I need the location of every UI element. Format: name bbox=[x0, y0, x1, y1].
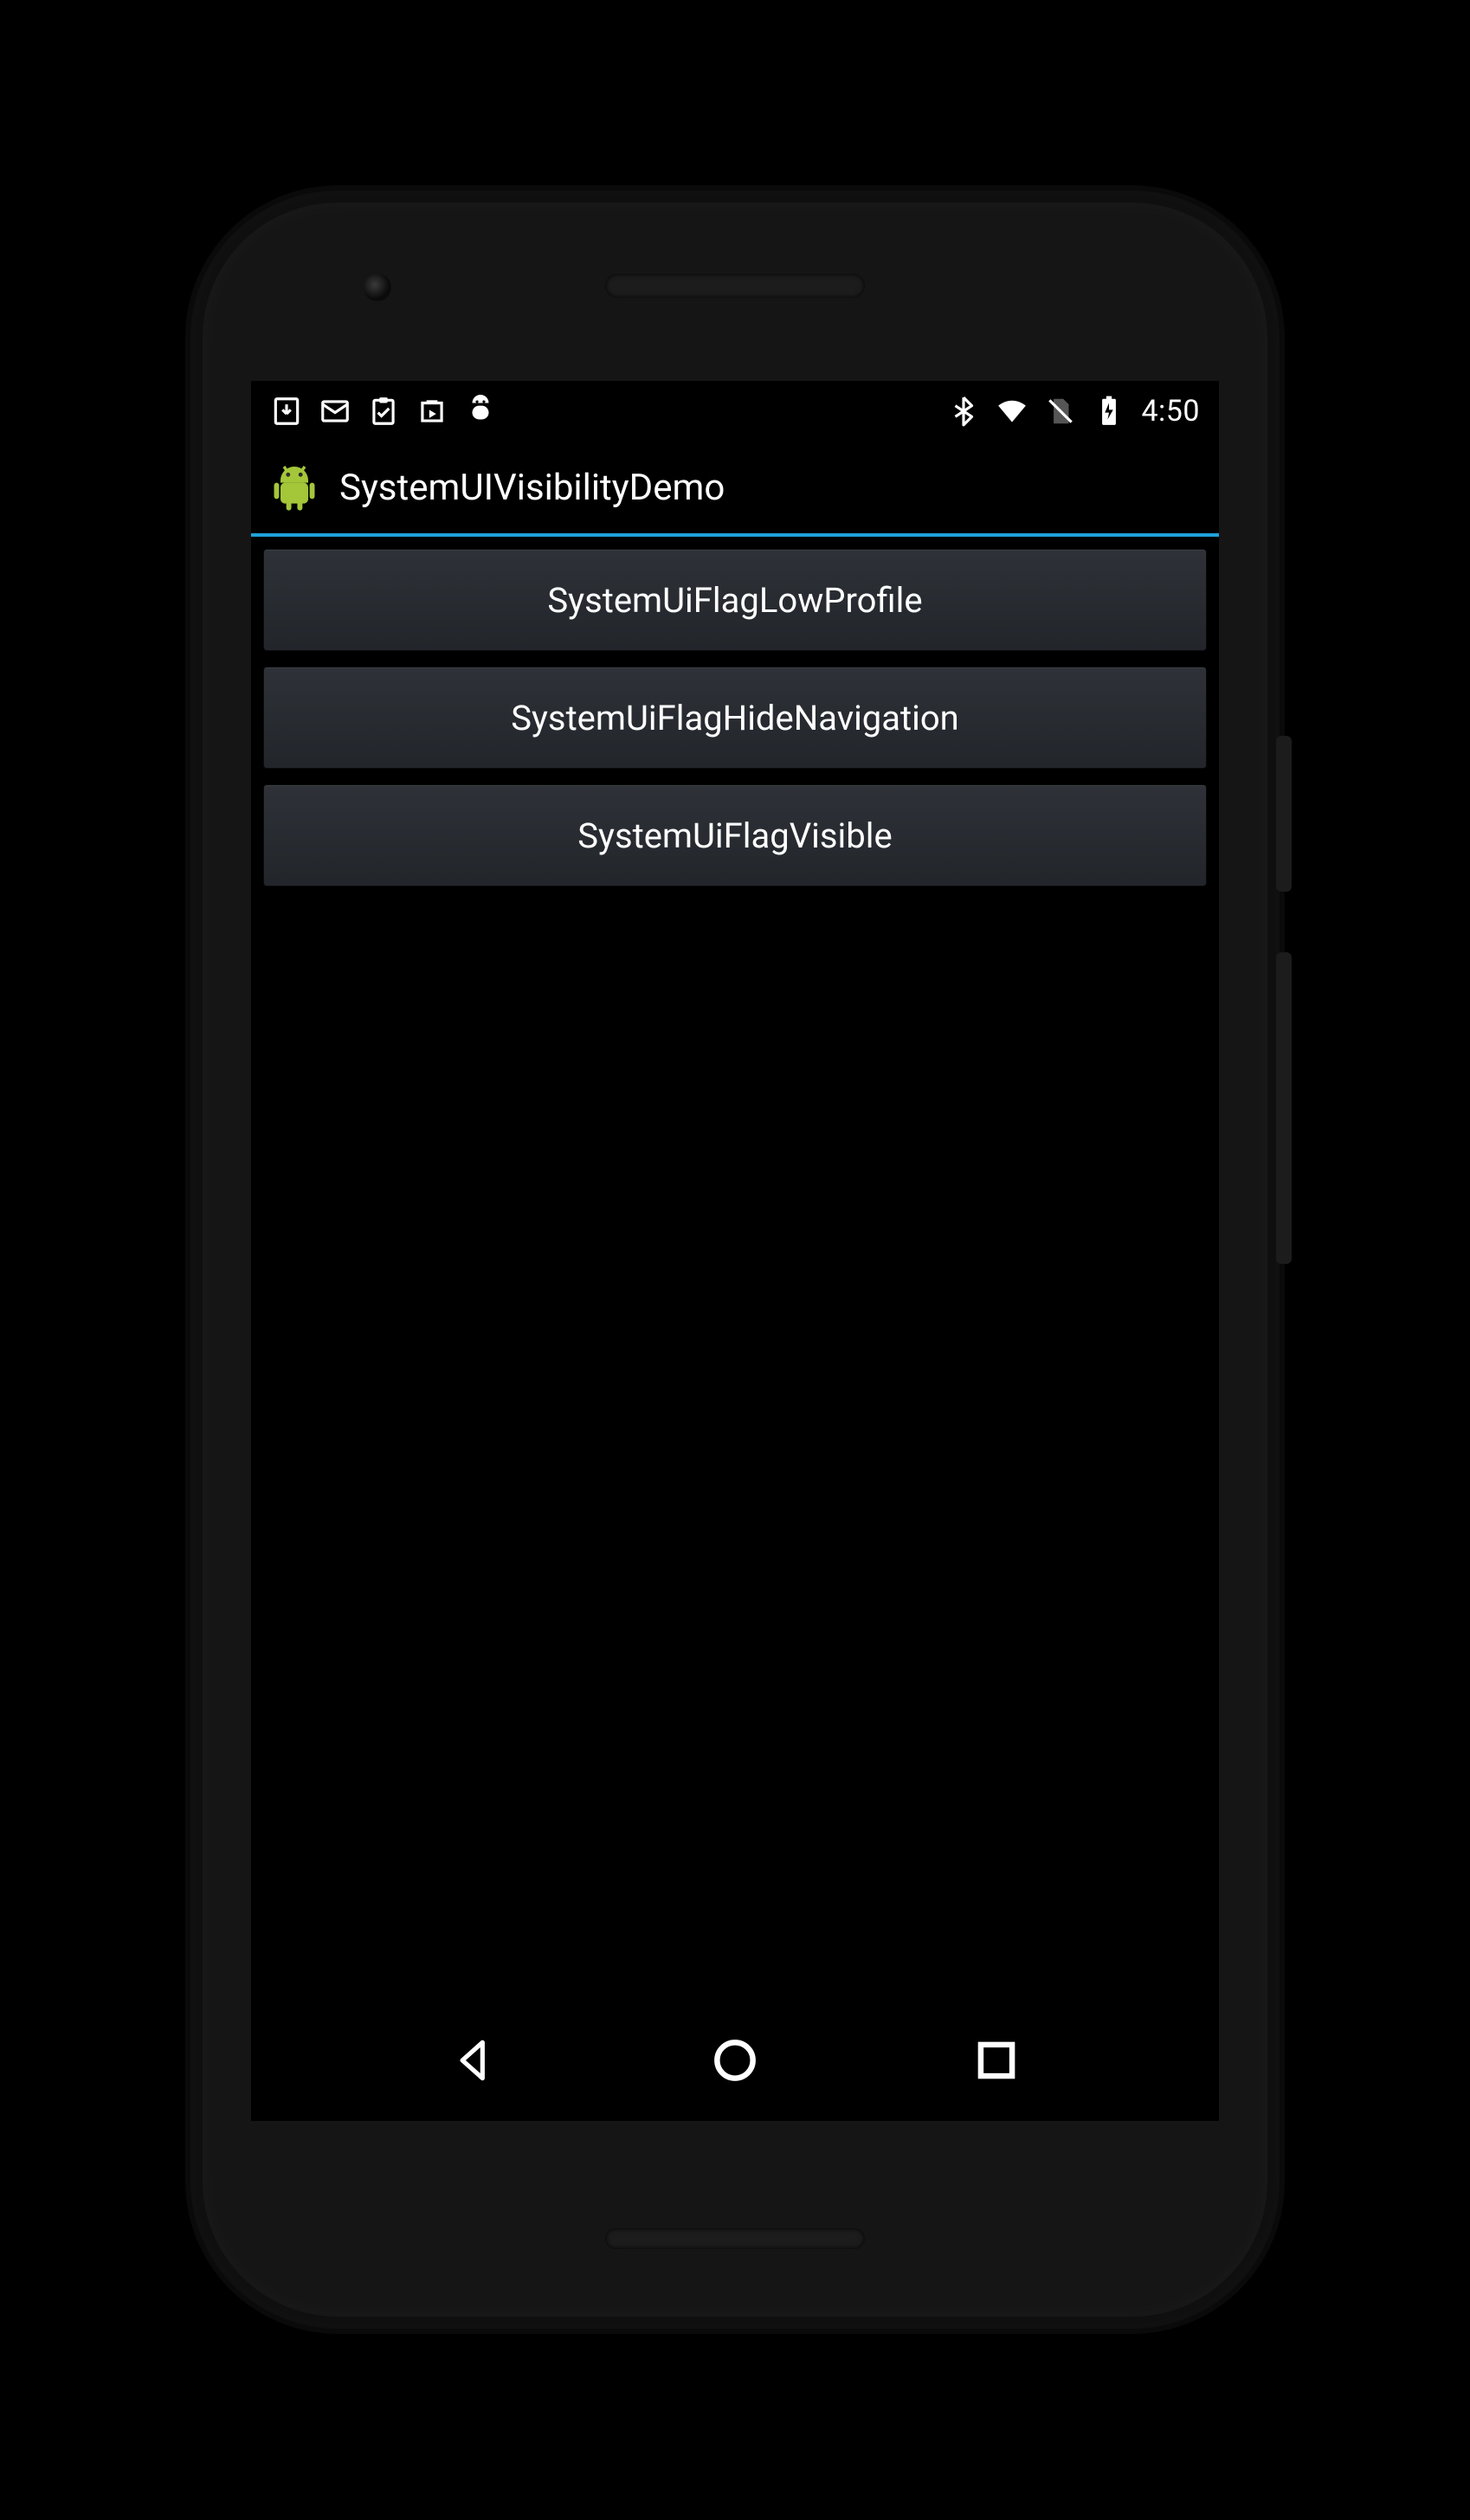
power-button[interactable] bbox=[1276, 736, 1292, 892]
earpiece bbox=[605, 274, 865, 298]
wifi-icon bbox=[996, 395, 1028, 428]
phone-frame: 4:50 bbox=[190, 190, 1280, 2329]
battery-charging-icon bbox=[1093, 395, 1125, 428]
android-robot-icon bbox=[267, 460, 322, 515]
action-bar: SystemUIVisibilityDemo bbox=[251, 441, 1219, 537]
recents-button[interactable] bbox=[957, 2021, 1035, 2099]
button-label: SystemUiFlagLowProfile bbox=[547, 580, 922, 621]
bottom-speaker bbox=[605, 2228, 865, 2249]
bluetooth-icon bbox=[947, 395, 980, 428]
mail-icon bbox=[319, 395, 351, 428]
app-title: SystemUIVisibilityDemo bbox=[339, 467, 725, 509]
play-store-icon bbox=[416, 395, 448, 428]
volume-button[interactable] bbox=[1276, 952, 1292, 1264]
content-area: SystemUiFlagLowProfile SystemUiFlagHideN… bbox=[251, 537, 1219, 899]
status-left bbox=[270, 395, 497, 428]
button-label: SystemUiFlagVisible bbox=[577, 815, 892, 856]
front-camera bbox=[364, 274, 391, 301]
status-clock: 4:50 bbox=[1141, 394, 1200, 429]
no-sim-icon bbox=[1044, 395, 1077, 428]
screen: 4:50 bbox=[251, 381, 1219, 2121]
status-bar: 4:50 bbox=[251, 381, 1219, 441]
navigation-bar bbox=[251, 2000, 1219, 2121]
low-profile-button[interactable]: SystemUiFlagLowProfile bbox=[263, 549, 1207, 651]
visible-button[interactable]: SystemUiFlagVisible bbox=[263, 784, 1207, 886]
download-icon bbox=[270, 395, 303, 428]
status-right: 4:50 bbox=[947, 394, 1200, 429]
android-debug-icon bbox=[464, 395, 497, 428]
hide-navigation-button[interactable]: SystemUiFlagHideNavigation bbox=[263, 667, 1207, 769]
button-label: SystemUiFlagHideNavigation bbox=[511, 698, 958, 738]
stage: 4:50 bbox=[0, 0, 1470, 2520]
back-button[interactable] bbox=[435, 2021, 513, 2099]
clipboard-check-icon bbox=[367, 395, 400, 428]
home-button[interactable] bbox=[696, 2021, 774, 2099]
